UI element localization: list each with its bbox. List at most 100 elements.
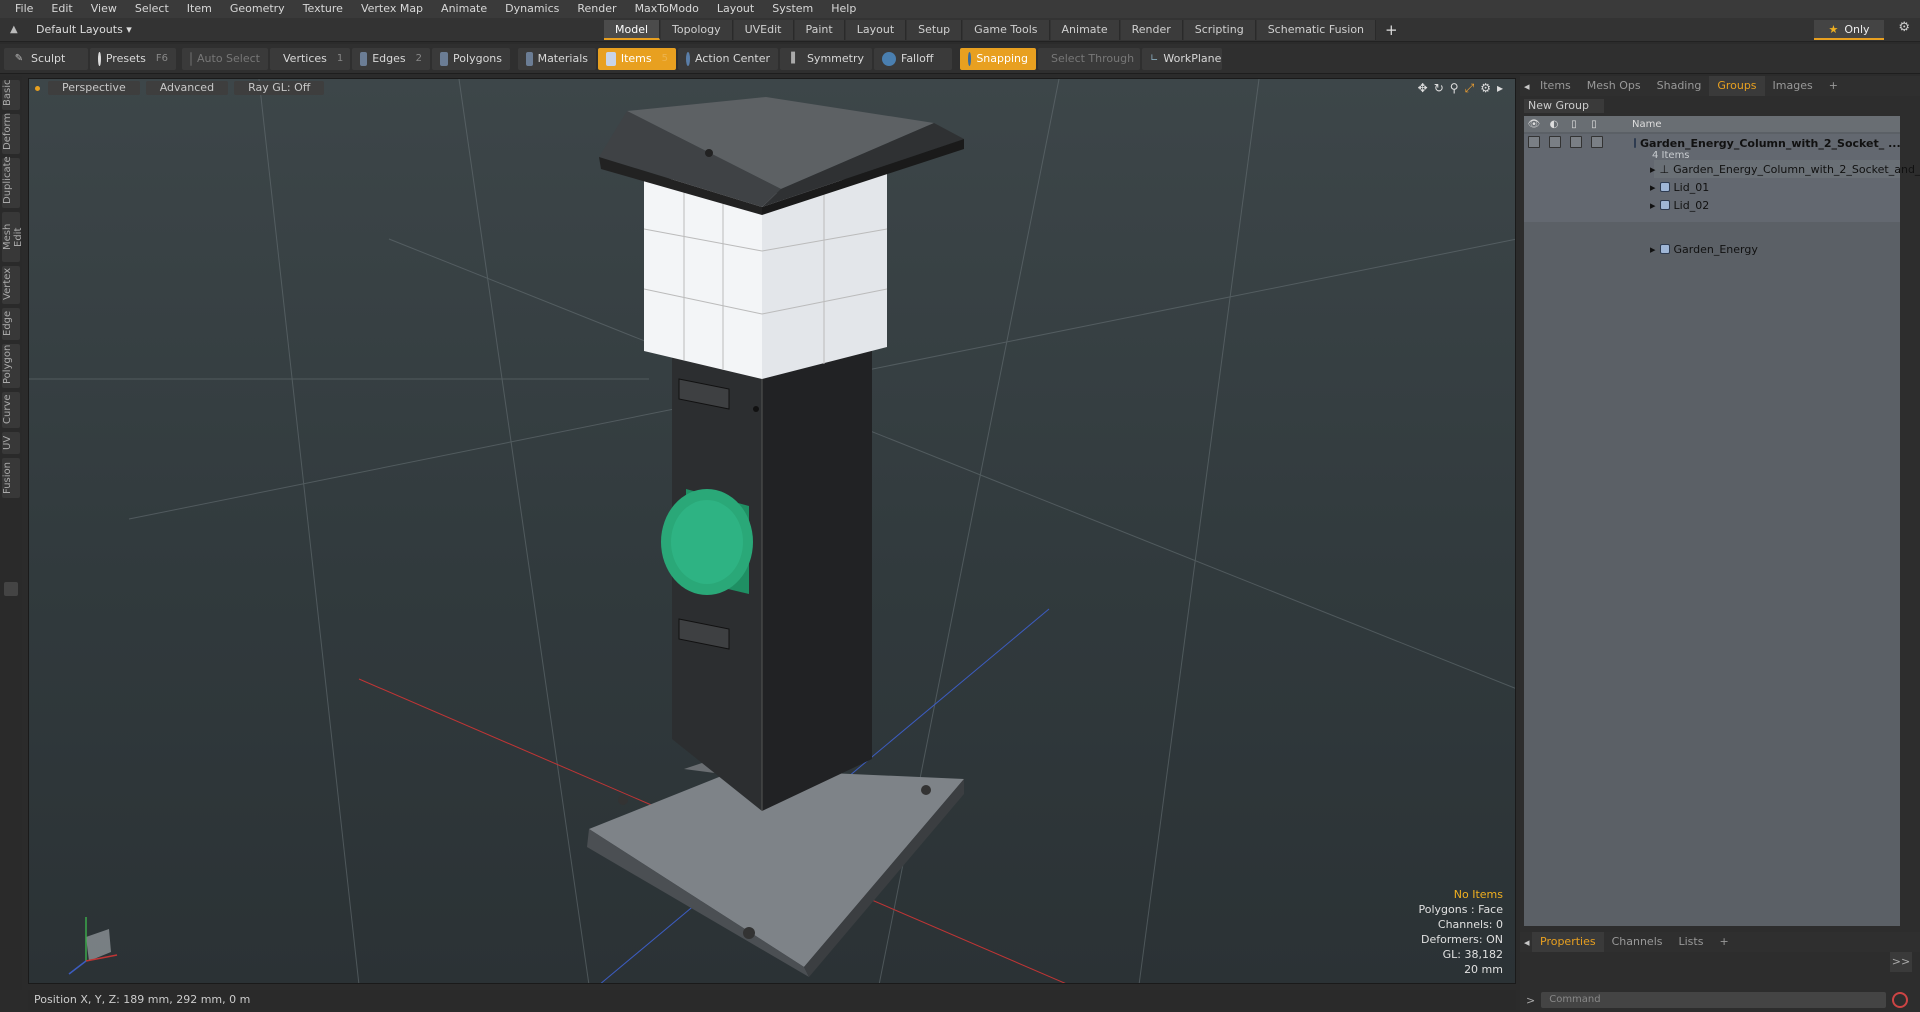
polygons-icon bbox=[440, 51, 449, 66]
edges-button[interactable]: Edges 2 bbox=[352, 47, 430, 70]
menu-dynamics[interactable]: Dynamics bbox=[496, 0, 568, 18]
panel-collapse-icon[interactable]: ◂ bbox=[1524, 80, 1532, 93]
tab-mesh-ops[interactable]: Mesh Ops bbox=[1579, 76, 1649, 96]
materials-button[interactable]: Materials bbox=[518, 47, 596, 70]
tab-groups[interactable]: Groups bbox=[1709, 76, 1765, 96]
menu-geometry[interactable]: Geometry bbox=[221, 0, 294, 18]
tree-item-label: Lid_01 bbox=[1673, 180, 1710, 194]
symmetry-button[interactable]: ▌ Symmetry bbox=[780, 47, 872, 70]
3d-viewport[interactable]: Perspective Advanced Ray GL: Off ✥ ↻ ⚲ ⤢… bbox=[28, 78, 1516, 984]
menu-edit[interactable]: Edit bbox=[42, 0, 81, 18]
menu-render[interactable]: Render bbox=[568, 0, 625, 18]
expand-icon[interactable]: ▸ bbox=[1650, 243, 1656, 256]
rail-expand-icon[interactable] bbox=[4, 582, 18, 596]
left-tab-uv[interactable]: UV bbox=[2, 432, 20, 454]
left-tab-edge[interactable]: Edge bbox=[2, 308, 20, 340]
render-col-icon[interactable]: ▯ bbox=[1584, 119, 1604, 130]
menu-animate[interactable]: Animate bbox=[432, 0, 496, 18]
tree-item[interactable]: ▸ ⊥ Garden_Energy_Column_with_2_Socket_a… bbox=[1524, 160, 1920, 178]
gear-icon[interactable]: ⚙ bbox=[1898, 20, 1910, 35]
left-tab-fusion[interactable]: Fusion bbox=[2, 458, 20, 498]
pan-icon[interactable]: ✥ bbox=[1418, 81, 1428, 96]
left-tab-curve[interactable]: Curve bbox=[2, 392, 20, 428]
menu-system[interactable]: System bbox=[763, 0, 822, 18]
zoom-icon[interactable]: ⚲ bbox=[1450, 81, 1459, 96]
command-input[interactable]: Command bbox=[1541, 992, 1887, 1008]
props-collapse-icon[interactable]: ◂ bbox=[1524, 936, 1532, 949]
menu-select[interactable]: Select bbox=[126, 0, 178, 18]
sculpt-button[interactable]: ✎ Sculpt bbox=[4, 47, 88, 70]
expand-icon[interactable]: ▸ bbox=[1650, 181, 1656, 194]
add-panel-tab-icon[interactable]: + bbox=[1821, 76, 1846, 96]
snapping-button[interactable]: Snapping bbox=[960, 47, 1036, 70]
tab-render[interactable]: Render bbox=[1120, 20, 1183, 40]
tab-scripting[interactable]: Scripting bbox=[1183, 20, 1256, 40]
select-through-button[interactable]: Select Through bbox=[1038, 47, 1140, 70]
left-tab-deform[interactable]: Deform bbox=[2, 113, 20, 154]
falloff-button[interactable]: Falloff bbox=[874, 47, 952, 70]
workplane-button[interactable]: ∟ WorkPlane bbox=[1142, 47, 1222, 70]
expand-icon[interactable]: ▸ bbox=[1650, 163, 1656, 176]
add-props-tab-icon[interactable]: + bbox=[1711, 932, 1736, 952]
tab-schematic-fusion[interactable]: Schematic Fusion bbox=[1256, 20, 1377, 40]
left-tab-basic[interactable]: Basic bbox=[2, 80, 20, 110]
record-icon[interactable] bbox=[1892, 992, 1909, 1008]
menu-maxtomodo[interactable]: MaxToModo bbox=[626, 0, 708, 18]
tab-items[interactable]: Items bbox=[1532, 76, 1579, 96]
add-tab-icon[interactable]: + bbox=[1377, 21, 1406, 39]
tab-paint[interactable]: Paint bbox=[794, 20, 845, 40]
auto-select-button[interactable]: Auto Select bbox=[182, 47, 268, 70]
layout-selector[interactable]: ▲ Default Layouts ▾ bbox=[0, 18, 160, 42]
select-col-icon[interactable]: ▯ bbox=[1564, 119, 1584, 130]
action-center-button[interactable]: Action Center bbox=[678, 47, 778, 70]
tab-animate[interactable]: Animate bbox=[1050, 20, 1120, 40]
menu-item[interactable]: Item bbox=[178, 0, 221, 18]
tab-channels[interactable]: Channels bbox=[1604, 932, 1671, 952]
tree-item[interactable]: ▸ Lid_02 bbox=[1524, 196, 1900, 214]
tab-layout[interactable]: Layout bbox=[845, 20, 907, 40]
tree-item[interactable]: ▸ Lid_01 bbox=[1524, 178, 1900, 196]
rotate-icon[interactable]: ↻ bbox=[1434, 81, 1444, 96]
viewport-settings-icon[interactable]: ⚙ bbox=[1480, 81, 1491, 96]
tab-images[interactable]: Images bbox=[1765, 76, 1821, 96]
menu-layout[interactable]: Layout bbox=[708, 0, 763, 18]
presets-button[interactable]: Presets F6 bbox=[90, 47, 176, 70]
viewport-menu-icon[interactable]: ▸ bbox=[1497, 81, 1503, 96]
tab-lists[interactable]: Lists bbox=[1671, 932, 1712, 952]
left-tab-vertex[interactable]: Vertex bbox=[2, 266, 20, 304]
tab-shading[interactable]: Shading bbox=[1649, 76, 1710, 96]
menu-texture[interactable]: Texture bbox=[294, 0, 352, 18]
name-column-header[interactable]: Name bbox=[1632, 119, 1662, 130]
tab-uvedit[interactable]: UVEdit bbox=[733, 20, 794, 40]
view-type-button[interactable]: Perspective bbox=[48, 81, 140, 95]
menu-vertex-map[interactable]: Vertex Map bbox=[352, 0, 432, 18]
tab-topology[interactable]: Topology bbox=[661, 20, 733, 40]
vertices-shortcut: 1 bbox=[336, 53, 344, 64]
menu-view[interactable]: View bbox=[82, 0, 126, 18]
raygl-button[interactable]: Ray GL: Off bbox=[234, 81, 325, 95]
visibility-col-icon[interactable]: 👁 bbox=[1524, 119, 1544, 130]
lock-col-icon[interactable]: ◐ bbox=[1544, 119, 1564, 130]
expand-icon[interactable]: ▸ bbox=[1650, 199, 1656, 212]
left-tab-duplicate[interactable]: Duplicate bbox=[2, 156, 20, 208]
only-toggle[interactable]: ★ Only bbox=[1814, 20, 1884, 40]
collapse-icon[interactable]: ▲ bbox=[10, 24, 22, 36]
items-button[interactable]: Items 5 bbox=[598, 47, 676, 70]
tab-model[interactable]: Model bbox=[604, 20, 661, 40]
tab-setup[interactable]: Setup bbox=[907, 20, 963, 40]
vertices-button[interactable]: Vertices 1 bbox=[270, 47, 350, 70]
menu-help[interactable]: Help bbox=[822, 0, 865, 18]
expand-arrows-icon[interactable]: >> bbox=[1890, 952, 1912, 972]
shading-button[interactable]: Advanced bbox=[145, 81, 229, 95]
maximize-icon[interactable]: ⤢ bbox=[1465, 81, 1475, 96]
items-label: Items bbox=[620, 52, 652, 65]
polygons-button[interactable]: Polygons bbox=[432, 47, 510, 70]
left-tab-mesh-edit[interactable]: Mesh Edit bbox=[2, 212, 24, 262]
tab-game-tools[interactable]: Game Tools bbox=[963, 20, 1050, 40]
right-panel: ◂ Items Mesh Ops Shading Groups Images +… bbox=[1520, 76, 1920, 1012]
left-tab-polygon[interactable]: Polygon bbox=[2, 344, 20, 388]
new-group-button[interactable]: New Group bbox=[1524, 99, 1604, 113]
menu-file[interactable]: File bbox=[6, 0, 42, 18]
tree-item[interactable]: ▸ Garden_Energy bbox=[1524, 240, 1900, 258]
tab-properties[interactable]: Properties bbox=[1532, 932, 1604, 952]
